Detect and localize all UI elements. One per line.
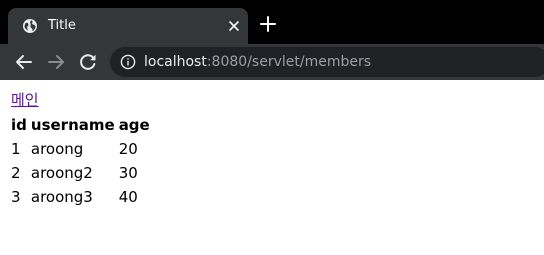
members-table: id username age 1 aroong 20 2 aroong2 30…	[8, 112, 153, 210]
header-id: id	[11, 116, 27, 134]
url-path: :8080/servlet/members	[206, 54, 372, 70]
cell-id: 2	[11, 164, 21, 182]
table-row: 2 aroong2 30	[10, 162, 151, 184]
cell-age: 20	[118, 140, 138, 158]
cell-username: aroong3	[30, 188, 93, 206]
tab-active[interactable]: Title	[8, 8, 248, 44]
cell-id: 1	[11, 140, 21, 158]
table-row: 1 aroong 20	[10, 138, 151, 160]
toolbar: localhost:8080/servlet/members	[0, 44, 544, 80]
cell-age: 30	[118, 164, 138, 182]
forward-arrow-icon[interactable]	[44, 50, 68, 74]
cell-username: aroong	[30, 140, 84, 158]
url-host: localhost	[144, 54, 207, 70]
tab-title: Title	[48, 18, 76, 33]
browser-window: Title localhost:8080/servlet/members 메인 …	[0, 0, 544, 255]
header-username: username	[30, 116, 115, 134]
address-bar[interactable]: localhost:8080/servlet/members	[110, 47, 544, 77]
info-icon[interactable]	[120, 54, 136, 70]
cell-age: 40	[118, 188, 138, 206]
back-arrow-icon[interactable]	[12, 50, 36, 74]
url-text: localhost:8080/servlet/members	[144, 53, 371, 71]
header-age: age	[118, 116, 150, 134]
globe-icon	[22, 18, 38, 34]
reload-icon[interactable]	[76, 50, 100, 74]
close-icon[interactable]	[226, 18, 242, 34]
tab-strip: Title	[0, 0, 544, 44]
cell-id: 3	[11, 188, 21, 206]
table-header-row: id username age	[10, 114, 151, 136]
cell-username: aroong2	[30, 164, 93, 182]
main-link[interactable]: 메인	[11, 90, 39, 110]
table-row: 3 aroong3 40	[10, 186, 151, 208]
page-content: 메인 id username age 1 aroong 20 2 aroong2	[0, 80, 544, 255]
plus-icon[interactable]	[258, 14, 278, 34]
